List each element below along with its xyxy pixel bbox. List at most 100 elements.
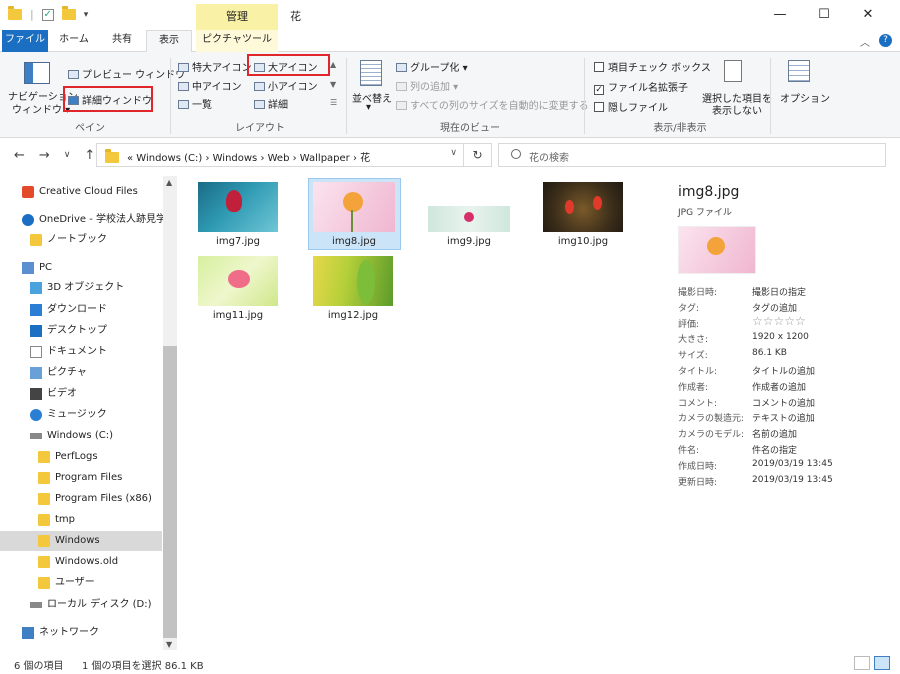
drive-icon [30,602,42,608]
nav-item[interactable]: ノートブック [30,230,107,250]
large-icons-view-toggle-icon[interactable] [874,656,890,670]
navigation-pane: Creative Cloud Files OneDrive - 学校法人跡見学 ノー… [0,176,176,650]
nav-item[interactable]: Windows.old [38,552,118,572]
nav-item[interactable]: ドキュメント [30,342,107,362]
nav-item[interactable]: OneDrive - 学校法人跡見学 [22,210,166,230]
address-dropdown-icon[interactable]: ∨ [450,148,457,158]
minimize-button[interactable]: — [758,2,802,28]
new-folder-icon[interactable] [61,6,76,20]
file-extension-box[interactable]: ✓ [594,85,604,95]
sort-by-icon[interactable] [360,60,382,86]
tab-home[interactable]: ホーム [55,30,93,52]
file-thumbnail[interactable] [313,182,395,232]
folder-icon[interactable] [8,6,22,20]
details-view-toggle-icon[interactable] [854,656,870,670]
options-button[interactable]: オプション [780,90,830,105]
nav-item[interactable]: 3D オブジェクト [30,278,124,298]
layout-medium-icons[interactable]: 中アイコン [178,78,242,93]
property-value[interactable]: 2019/03/19 13:45 [752,459,833,469]
nav-item[interactable]: ビデオ [30,384,77,404]
property-value[interactable]: 2019/03/19 13:45 [752,475,833,485]
ribbon-collapse-icon[interactable]: ︿ [860,34,870,49]
item-checkbox-toggle[interactable]: 項目チェック ボックス [594,59,711,74]
property-value[interactable]: 86.1 KB [752,348,787,358]
property-value[interactable]: 撮影日の指定 [752,285,806,298]
file-thumbnail[interactable] [313,256,393,306]
nav-item[interactable]: Program Files [38,468,122,488]
property-value[interactable]: 作成者の追加 [752,380,806,393]
hidden-files-toggle[interactable]: 隠しファイル [594,99,668,114]
layout-extra-large-label: 特大アイコン [192,63,252,74]
property-value[interactable]: テキストの追加 [752,411,815,424]
property-value[interactable]: コメントの追加 [752,396,815,409]
sort-by-button[interactable]: 並べ替え [352,90,392,105]
nav-item[interactable]: PC [22,258,52,278]
property-value[interactable]: タグの追加 [752,301,797,314]
context-tab-manage[interactable]: 管理 [196,4,278,30]
property-value[interactable]: 件名の指定 [752,443,797,456]
scroll-down-icon[interactable]: ▼ [166,640,172,649]
layout-extra-large-icons[interactable]: 特大アイコン [178,59,252,74]
group-by-button[interactable]: グループ化 ▾ [396,59,468,74]
options-icon[interactable] [788,60,810,82]
nav-item[interactable]: ミュージック [30,405,107,425]
nav-item[interactable]: Program Files (x86) [38,489,152,509]
nav-item[interactable]: Windows [0,531,162,551]
layout-more-icon[interactable]: ☰ [330,98,337,107]
layout-details[interactable]: 詳細 [254,96,288,111]
tab-picture-tools[interactable]: ピクチャツール [196,30,278,52]
tab-file[interactable]: ファイル [2,30,48,52]
back-arrow-icon[interactable]: ← [14,148,25,163]
close-button[interactable]: ✕ [846,2,890,28]
preview-pane-button[interactable]: プレビュー ウィンドウ [68,66,185,81]
nav-item[interactable]: ローカル ディスク (D:) [30,595,152,615]
hidden-files-box[interactable] [594,102,604,112]
nav-item-label: PC [39,262,53,273]
tab-share[interactable]: 共有 [104,30,140,52]
property-value[interactable]: ☆☆☆☆☆ [752,314,806,328]
layout-details-label: 詳細 [268,100,288,111]
nav-item[interactable]: デスクトップ [30,321,107,341]
fit-columns-button[interactable]: すべての列のサイズを自動的に変更する [396,97,589,112]
help-icon[interactable]: ? [879,34,892,47]
file-thumbnail[interactable] [543,182,623,232]
address-bar[interactable]: « Windows (C:) › Windows › Web › Wallpap… [96,143,464,167]
nav-item[interactable]: ユーザー [38,573,95,593]
layout-small-icons[interactable]: 小アイコン [254,78,318,93]
tab-view[interactable]: 表示 [146,30,192,53]
recent-locations-icon[interactable]: ∨ [64,150,71,163]
layout-scroll-up-icon[interactable]: ▲ [330,60,336,69]
search-input[interactable]: 花の検索 [498,143,886,167]
forward-arrow-icon[interactable]: → [39,148,50,163]
nav-item[interactable]: Windows (C:) [30,426,113,446]
layout-list[interactable]: 一覧 [178,96,212,111]
maximize-button[interactable]: ☐ [802,2,846,28]
nav-item[interactable]: PerfLogs [38,447,98,467]
hide-selected-icon[interactable] [724,60,742,82]
property-value[interactable]: タイトルの追加 [752,364,815,377]
file-thumbnail[interactable] [428,206,510,232]
nav-item[interactable]: ピクチャ [30,363,87,383]
sort-by-dropdown[interactable]: ▾ [366,102,371,113]
file-extension-toggle[interactable]: ✓ ファイル名拡張子 [594,79,688,95]
navigation-pane-dropdown[interactable]: ウィンドウ ▾ [12,101,70,116]
scroll-up-icon[interactable]: ▲ [166,178,172,187]
property-value[interactable]: 1920 x 1200 [752,332,809,342]
file-thumbnail[interactable] [198,256,278,306]
nav-item[interactable]: ネットワーク [22,623,99,643]
property-value[interactable]: 名前の追加 [752,427,797,440]
layout-scroll-down-icon[interactable]: ▼ [330,80,336,89]
nav-item[interactable]: ダウンロード [30,300,107,320]
window-controls: — ☐ ✕ [758,2,890,28]
customize-toolbar-icon[interactable]: ▾ [84,10,89,20]
item-checkbox-box[interactable] [594,62,604,72]
navigation-pane-icon[interactable] [24,62,50,84]
up-arrow-icon[interactable]: ↑ [84,148,95,163]
nav-item[interactable]: Creative Cloud Files [22,182,138,202]
nav-item[interactable]: tmp [38,510,75,530]
add-columns-button[interactable]: 列の追加 ▾ [396,78,458,93]
refresh-icon[interactable]: ↻ [464,143,492,167]
nav-scrollbar-thumb[interactable] [163,346,177,638]
properties-check-icon[interactable]: ✓ [41,8,54,21]
file-thumbnail[interactable] [198,182,278,232]
